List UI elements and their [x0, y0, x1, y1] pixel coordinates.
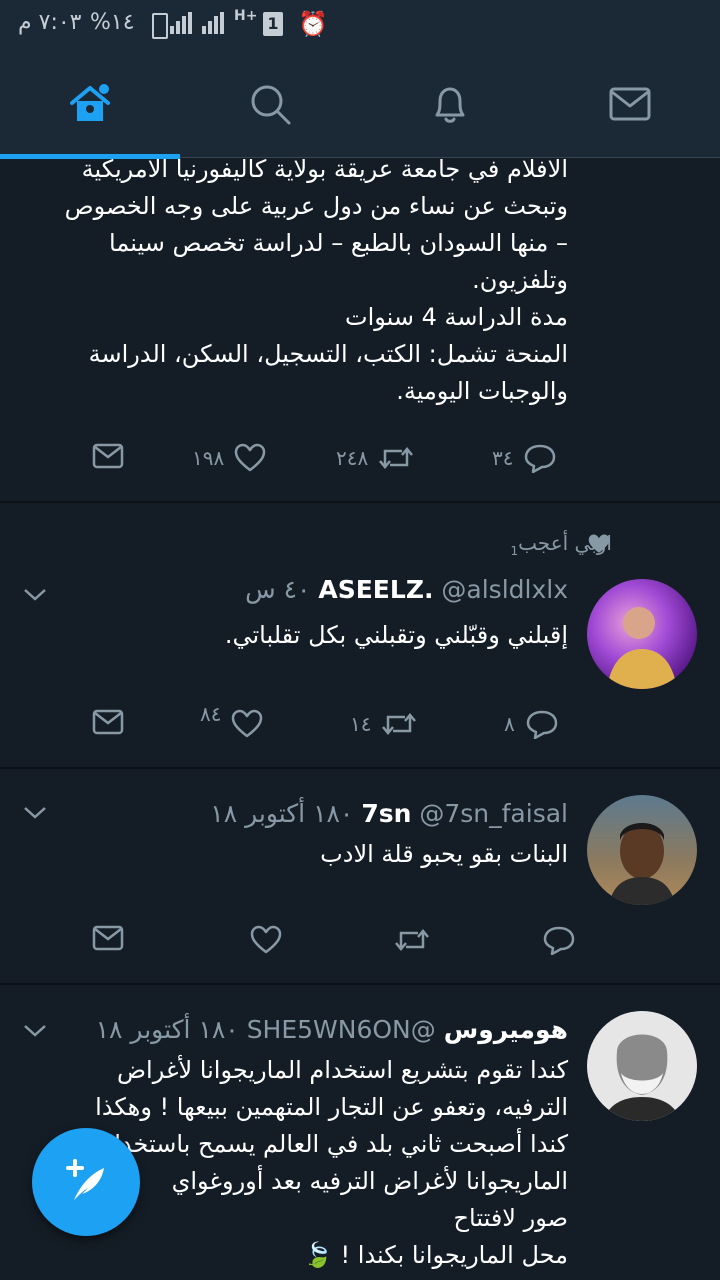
- user-handle[interactable]: @alsldlxlx: [441, 575, 568, 604]
- tab-search[interactable]: [180, 50, 360, 158]
- retweet-count: ١٤: [350, 712, 372, 736]
- tweet-2[interactable]: اوبي أعجب1 ASEELZ. @alsldlxlx ٤٠ س إقبلن…: [0, 503, 720, 767]
- tweet-time: ١٨٠ أكتوبر ١٨: [95, 1015, 239, 1044]
- tweet-time: ٤٠ س: [245, 575, 311, 604]
- like-button[interactable]: [240, 925, 282, 955]
- clock: ٧:٠٣ م: [18, 10, 82, 35]
- status-bar: ٧:٠٣ م %١٤ H+ 1 ⏰: [0, 0, 720, 50]
- tweet-text-line: الافلام في جامعة عريقة بولاية كاليفورنيا…: [81, 159, 568, 183]
- chevron-down-icon[interactable]: [22, 1023, 48, 1039]
- heart-filled-icon: [588, 534, 610, 553]
- tweet-header: 7sn @7sn_faisal ١٨٠ أكتوبر ١٨: [210, 799, 568, 828]
- user-handle[interactable]: @SHE5WN6ON: [247, 1015, 436, 1044]
- retweet-button[interactable]: [384, 925, 430, 955]
- reply-button[interactable]: ٣٤: [492, 443, 557, 473]
- social-context-badge: 1: [510, 544, 519, 558]
- tweet-3[interactable]: 7sn @7sn_faisal ١٨٠ أكتوبر ١٨ البنات بقو…: [0, 769, 720, 983]
- reply-button[interactable]: ٨: [504, 709, 559, 739]
- tweet-header: ASEELZ. @alsldlxlx ٤٠ س: [245, 575, 568, 604]
- heart-icon: [250, 925, 282, 954]
- top-nav: [0, 50, 720, 158]
- mail-icon: [92, 443, 124, 469]
- tweet-header: هوميروس @SHE5WN6ON ١٨٠ أكتوبر ١٨: [96, 1015, 568, 1044]
- signal-icon-2: [202, 12, 224, 34]
- tweet-text-line: الترفيه، وتعفو عن التجار المتهمين ببيعها…: [95, 1093, 568, 1121]
- home-icon: [70, 84, 110, 121]
- avatar-photo: [607, 607, 677, 689]
- tweet-text: الافلام في جامعة عريقة بولاية كاليفورنيا…: [8, 159, 568, 410]
- tweet-text-line: المنحة تشمل: الكتب، التسجيل، السكن، الدر…: [88, 340, 568, 368]
- heart-icon: [232, 709, 263, 738]
- tweet-text-line: محل الماريجوانا بكندا ! 🍃: [303, 1241, 568, 1269]
- tweet-1[interactable]: الافلام في جامعة عريقة بولاية كاليفورنيا…: [0, 159, 720, 501]
- tab-messages[interactable]: [540, 50, 720, 158]
- reply-icon: [525, 444, 556, 473]
- reply-count: ٨: [504, 712, 515, 736]
- like-button[interactable]: ٨٤: [200, 702, 263, 739]
- avatar[interactable]: [587, 579, 697, 689]
- retweet-count: ٢٤٨: [336, 446, 369, 470]
- display-name[interactable]: هوميروس: [444, 1015, 568, 1044]
- retweet-icon: [382, 713, 417, 735]
- tweet-actions: [0, 925, 720, 965]
- search-icon: [251, 85, 291, 125]
- tweet-text-line: والوجبات اليومية.: [396, 377, 568, 405]
- reply-button[interactable]: [532, 925, 576, 955]
- battery-level: %١٤: [90, 10, 135, 35]
- share-button[interactable]: [92, 925, 124, 951]
- battery-charging-icon: [152, 13, 168, 39]
- tweet-text-line: وتلفزيون.: [472, 266, 568, 294]
- bell-icon: [435, 87, 465, 123]
- tweet-actions: ١٩٨ ٢٤٨ ٣٤: [0, 443, 720, 483]
- share-button[interactable]: [92, 443, 124, 469]
- tweet-actions: ٨٤ ١٤ ٨: [0, 702, 720, 749]
- sim-icon: 1: [263, 12, 283, 36]
- retweet-icon: [379, 447, 414, 469]
- network-type: H+: [234, 8, 258, 24]
- alarm-icon: ⏰: [298, 10, 328, 38]
- signal-icon: [170, 12, 192, 34]
- avatar[interactable]: [587, 795, 697, 905]
- retweet-button[interactable]: ٢٤٨: [336, 443, 414, 473]
- tab-notifications[interactable]: [360, 50, 540, 158]
- tweet-text: إقبلني وقبّلني وتقبلني بكل تقلباتي.: [224, 621, 568, 649]
- compose-icon: [66, 1159, 104, 1200]
- retweet-button[interactable]: ١٤: [350, 709, 417, 739]
- reply-icon: [526, 710, 557, 739]
- nav-divider: [180, 157, 720, 158]
- display-name[interactable]: ASEELZ.: [318, 575, 433, 604]
- chevron-down-icon[interactable]: [22, 805, 48, 821]
- mail-icon: [92, 709, 124, 735]
- heart-icon: [234, 443, 266, 472]
- tweet-text-line: وتبحث عن نساء من دول عربية على وجه الخصو…: [64, 192, 568, 220]
- like-count: ١٩٨: [192, 446, 225, 470]
- chevron-down-icon[interactable]: [22, 587, 48, 603]
- mail-icon: [609, 87, 651, 121]
- reply-count: ٣٤: [492, 446, 514, 470]
- tweet-time: ١٨٠ أكتوبر ١٨: [210, 799, 354, 828]
- like-button[interactable]: ١٩٨: [192, 443, 266, 473]
- user-handle[interactable]: @7sn_faisal: [419, 799, 568, 828]
- tweet-text-line: كندا تقوم بتشريع استخدام الماريجوانا لأغ…: [117, 1056, 568, 1084]
- compose-tweet-button[interactable]: [32, 1128, 140, 1236]
- like-count: ٨٤: [200, 702, 222, 726]
- share-button[interactable]: [92, 709, 124, 735]
- mail-icon: [92, 925, 124, 951]
- avatar[interactable]: [587, 1011, 697, 1121]
- retweet-icon: [395, 929, 429, 951]
- tweet-text: البنات بقو يحبو قلة الادب: [320, 840, 568, 868]
- tweet-text-line: مدة الدراسة 4 سنوات: [344, 303, 568, 331]
- reply-icon: [543, 926, 575, 955]
- tab-home[interactable]: [0, 50, 180, 158]
- avatar-photo: [603, 1034, 681, 1121]
- display-name[interactable]: 7sn: [361, 799, 411, 828]
- avatar-photo: [609, 823, 675, 905]
- tweet-text-line: – منها السودان بالطبع – لدراسة تخصص سينم…: [109, 229, 568, 257]
